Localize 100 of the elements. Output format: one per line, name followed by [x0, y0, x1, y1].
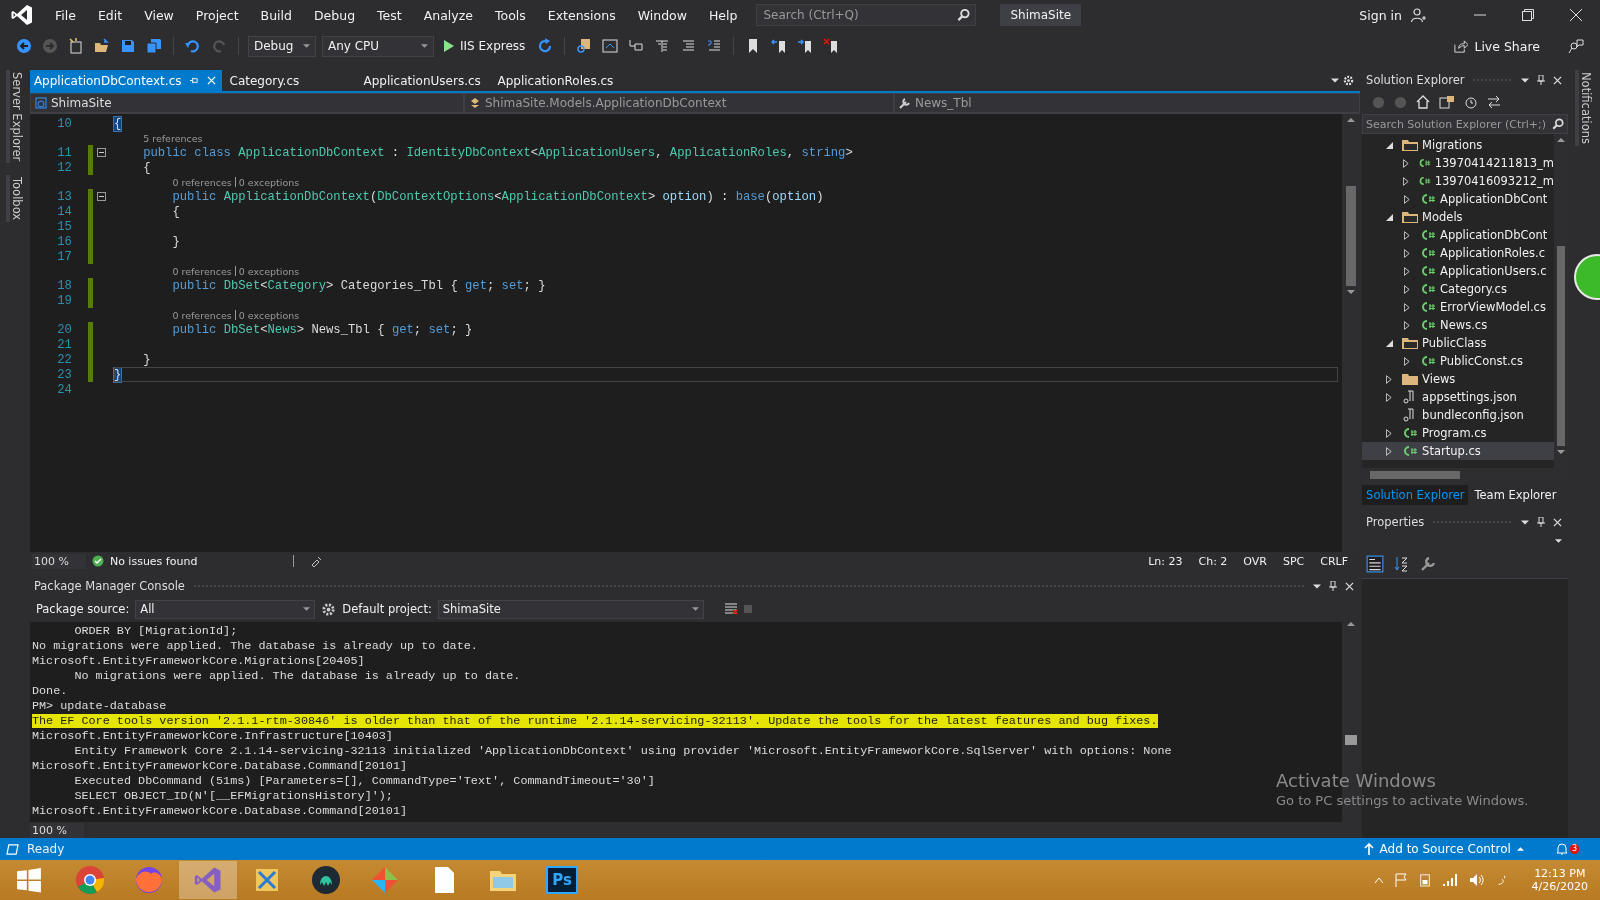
tree-item[interactable]: Migrations	[1362, 136, 1555, 154]
person-add-icon[interactable]	[1410, 7, 1426, 23]
default-project-dropdown[interactable]: ShimaSite	[437, 599, 704, 619]
comment-lines-icon[interactable]	[680, 38, 697, 54]
scrollbar-thumb[interactable]	[1557, 246, 1566, 446]
collapsed-arrow-icon[interactable]	[1404, 230, 1411, 240]
tree-item[interactable]: ErrorViewModel.cs	[1362, 298, 1555, 316]
collapsed-arrow-icon[interactable]	[1404, 320, 1411, 330]
tree-item[interactable]: PublicClass	[1362, 334, 1555, 352]
tree-item[interactable]: Program.cs	[1362, 424, 1555, 442]
windows-start-icon[interactable]	[16, 867, 42, 893]
tree-item[interactable]: 13970416093212_m	[1362, 172, 1555, 190]
collapsed-arrow-icon[interactable]	[1386, 374, 1393, 384]
settings-icon[interactable]	[321, 601, 337, 617]
home-icon[interactable]	[1416, 95, 1431, 109]
scroll-up-icon[interactable]	[1347, 118, 1356, 122]
menu-item[interactable]: Project	[184, 7, 250, 23]
close-icon[interactable]	[1553, 517, 1563, 527]
collapsed-arrow-icon[interactable]	[1404, 356, 1411, 366]
search-field[interactable]: Search (Ctrl+Q)	[756, 4, 977, 26]
tool-window-tab[interactable]: Toolbox	[5, 175, 24, 223]
platform-dropdown[interactable]: Any CPU	[322, 35, 434, 57]
menu-item[interactable]: Analyze	[412, 7, 484, 23]
tree-item[interactable]: 13970414211813_m	[1362, 154, 1555, 172]
menu-item[interactable]: Debug	[303, 7, 367, 23]
menu-item[interactable]: Tools	[484, 7, 537, 23]
configuration-dropdown[interactable]: Debug	[248, 35, 316, 57]
editor-tab[interactable]: ApplicationUsers.cs	[359, 70, 490, 91]
code-lens-link[interactable]: 0 references	[172, 176, 232, 188]
collapsed-arrow-icon[interactable]	[1404, 248, 1411, 258]
previous-bookmark-icon[interactable]	[771, 38, 788, 54]
source-control-button[interactable]: Add to Source Control	[1357, 841, 1530, 857]
menu-item[interactable]: Edit	[86, 7, 134, 23]
editor-tab[interactable]: ApplicationRoles.cs	[493, 70, 624, 91]
close-icon[interactable]	[1345, 581, 1355, 591]
tool-window-tab[interactable]: Notifications	[1575, 70, 1594, 146]
collapsed-arrow-icon[interactable]	[1386, 446, 1393, 456]
history-icon[interactable]	[1464, 95, 1479, 109]
zoom-dropdown[interactable]: 100 %	[31, 553, 86, 569]
columns-icon[interactable]	[654, 38, 671, 54]
live-share-button[interactable]: Live Share	[1447, 37, 1546, 55]
tree-item[interactable]: ApplicationDbCont	[1362, 190, 1555, 208]
sign-in-link[interactable]: Sign in	[1359, 7, 1402, 23]
member-dropdown[interactable]: News_Tbl	[893, 93, 1361, 113]
pin-icon[interactable]	[1537, 75, 1546, 85]
tree-item[interactable]: appsettings.json	[1362, 388, 1555, 406]
expanded-arrow-icon[interactable]	[1385, 213, 1393, 221]
menu-item[interactable]: Help	[697, 7, 749, 23]
issues-status[interactable]: No issues found	[109, 554, 198, 568]
clear-bookmarks-icon[interactable]	[823, 38, 840, 54]
switch-views-icon[interactable]	[1439, 95, 1456, 109]
collapsed-arrow-icon[interactable]	[1386, 428, 1393, 438]
tab-list-icon[interactable]	[1331, 78, 1340, 83]
browser-window-icon[interactable]	[602, 38, 619, 54]
tree-item[interactable]: Startup.cs	[1362, 442, 1555, 460]
scrollbar-thumb[interactable]	[1370, 471, 1461, 479]
tree-item[interactable]: Views	[1362, 370, 1555, 388]
tree-item[interactable]: Category.cs	[1362, 280, 1555, 298]
back-icon[interactable]	[16, 38, 32, 54]
new-project-icon[interactable]	[68, 38, 84, 54]
collapsed-arrow-icon[interactable]	[1402, 158, 1409, 168]
collapsed-arrow-icon[interactable]	[1404, 194, 1411, 204]
tree-item[interactable]: PublicConst.cs	[1362, 352, 1555, 370]
code-lens-link[interactable]: 5 references	[143, 132, 203, 144]
scrollbar-thumb[interactable]	[1345, 735, 1358, 745]
taskbar-app[interactable]: Ps	[533, 861, 591, 899]
flag-icon[interactable]	[1393, 873, 1408, 887]
categorized-icon[interactable]	[1366, 555, 1385, 573]
tree-item[interactable]: Models	[1362, 208, 1555, 226]
close-icon[interactable]	[1570, 9, 1582, 21]
project-dropdown[interactable]: ShimaSite	[29, 93, 464, 113]
scroll-up-icon[interactable]	[1557, 138, 1566, 142]
sync-icon[interactable]	[1487, 95, 1502, 109]
code-lens-link[interactable]: 0 references	[172, 309, 232, 321]
open-folder-icon[interactable]	[94, 38, 110, 54]
menu-item[interactable]: Build	[249, 7, 303, 23]
tree-item[interactable]: ApplicationUsers.c	[1362, 262, 1555, 280]
code-lens-link[interactable]: 0 exceptions	[238, 176, 300, 188]
save-all-icon[interactable]	[146, 38, 162, 54]
save-icon[interactable]	[120, 38, 136, 54]
notifications-button[interactable]: 3	[1553, 842, 1580, 856]
collapsed-arrow-icon[interactable]	[1404, 302, 1411, 312]
dropdown-icon[interactable]	[1521, 77, 1530, 83]
settings-icon[interactable]	[1343, 75, 1355, 86]
wrench-icon[interactable]	[1420, 556, 1437, 572]
pin-icon[interactable]	[1329, 581, 1338, 591]
code-lens-link[interactable]: 0 exceptions	[238, 265, 300, 277]
restore-icon[interactable]	[1522, 9, 1534, 21]
search-field[interactable]: Search Solution Explorer (Ctrl+;)	[1362, 114, 1569, 134]
feedback-icon[interactable]	[1568, 38, 1584, 54]
expanded-arrow-icon[interactable]	[1385, 339, 1393, 347]
tool-window-tab[interactable]: Server Explorer	[5, 70, 24, 164]
pin-icon[interactable]	[1537, 517, 1546, 527]
next-bookmark-icon[interactable]	[797, 38, 814, 54]
collapsed-arrow-icon[interactable]	[1402, 176, 1409, 186]
package-source-dropdown[interactable]: All	[135, 599, 316, 619]
scroll-down-icon[interactable]	[1347, 290, 1356, 294]
code-lens-link[interactable]: 0 references	[172, 265, 232, 277]
speaker-icon[interactable]	[1468, 873, 1485, 887]
run-button[interactable]: IIS Express	[440, 39, 530, 53]
